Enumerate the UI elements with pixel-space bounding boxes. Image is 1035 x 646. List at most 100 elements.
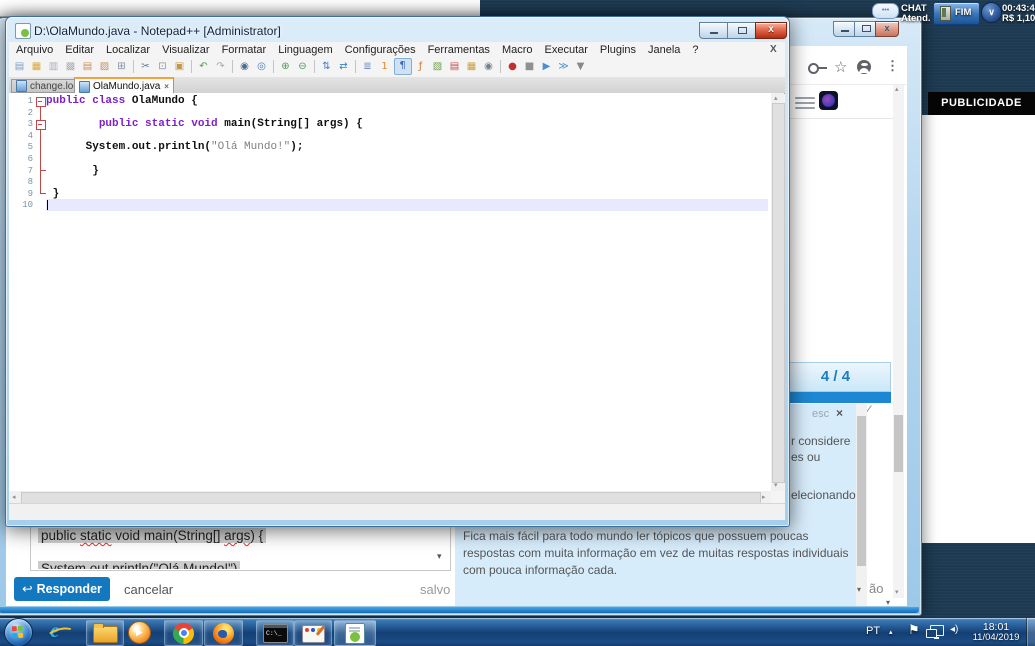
save-icon[interactable]: ▥: [46, 59, 62, 74]
word-wrap-icon[interactable]: ¶: [394, 58, 412, 75]
show-wrap-symbol-icon[interactable]: 1: [377, 59, 393, 74]
command-prompt-icon: C:\_: [263, 624, 288, 643]
chrome-icon: [173, 623, 194, 644]
taskbar-notepad-plus-plus[interactable]: [334, 620, 376, 646]
macro-run-multiple-icon[interactable]: ≫: [556, 59, 572, 74]
find-icon[interactable]: ◉: [237, 59, 253, 74]
taskbar-command-prompt[interactable]: C:\_: [256, 620, 294, 646]
close-icon[interactable]: ▤: [80, 59, 96, 74]
network-icon[interactable]: [930, 625, 944, 636]
zoom-in-icon[interactable]: ⊕: [278, 59, 294, 74]
notepad-minimize-button[interactable]: [699, 22, 729, 39]
tab-bar: change.log × OlaMundo.java ×: [9, 77, 785, 94]
code-line-1: public class OlaMundo {: [46, 95, 198, 107]
tray-expand-icon[interactable]: ▴: [889, 628, 893, 636]
line-number: 2: [9, 107, 33, 119]
toolbar-separator: [191, 60, 192, 73]
current-line-highlight: [46, 199, 768, 211]
scroll-left-arrow[interactable]: ◂: [12, 494, 16, 501]
menu-localizar[interactable]: Localizar: [100, 44, 156, 56]
indent-guide-icon[interactable]: ≣: [360, 59, 376, 74]
start-button[interactable]: [4, 618, 33, 646]
code-line-7: }: [46, 165, 99, 177]
save-all-icon[interactable]: ▩: [63, 59, 79, 74]
function-list-icon[interactable]: ƒ: [413, 59, 429, 74]
cut-icon[interactable]: ✂: [138, 59, 154, 74]
tab-olamundo-java[interactable]: OlaMundo.java ×: [74, 77, 174, 94]
menu-executar[interactable]: Executar: [539, 44, 594, 56]
line-number: 9: [9, 188, 33, 200]
tab-close-icon[interactable]: ×: [164, 82, 169, 91]
scrollbar-thumb[interactable]: [772, 103, 785, 483]
menu-macro[interactable]: Macro: [496, 44, 539, 56]
replace-icon[interactable]: ◎: [254, 59, 270, 74]
menu-configuraes[interactable]: Configurações: [339, 44, 422, 56]
paste-icon[interactable]: ▣: [172, 59, 188, 74]
show-desktop-button[interactable]: [1026, 618, 1035, 646]
scroll-right-arrow[interactable]: ▸: [762, 494, 766, 501]
speaker-icon[interactable]: ◂): [950, 624, 958, 635]
menu-ferramentas[interactable]: Ferramentas: [422, 44, 496, 56]
scroll-up-arrow[interactable]: ▴: [774, 95, 778, 102]
taskbar-windows-explorer[interactable]: [86, 620, 124, 646]
document-close-icon[interactable]: X: [770, 44, 777, 55]
sync-scroll-vertical-icon[interactable]: ⇅: [319, 59, 335, 74]
sync-scroll-horizontal-icon[interactable]: ⇄: [336, 59, 352, 74]
new-file-icon[interactable]: ▤: [12, 59, 28, 74]
document-list-icon[interactable]: ▤: [447, 59, 463, 74]
folder-as-workspace-icon[interactable]: ▦: [464, 59, 480, 74]
notepad-app-icon: [15, 23, 31, 39]
toolbar-separator: [500, 60, 501, 73]
close-all-icon[interactable]: ▨: [97, 59, 113, 74]
toolbar-separator: [273, 60, 274, 73]
document-icon: [16, 80, 27, 92]
menu-visualizar[interactable]: Visualizar: [156, 44, 216, 56]
scroll-down-arrow[interactable]: ▾: [774, 482, 778, 489]
fold-line: [40, 105, 41, 194]
tray-clock-date[interactable]: 11/04/2019: [966, 632, 1026, 643]
toolbar-separator: [355, 60, 356, 73]
fold-collapse-icon[interactable]: [36, 120, 46, 130]
redo-icon[interactable]: ↷: [213, 59, 229, 74]
taskbar: e ▶ C:\_ PT ▴ ⚑ ◂) 18:01 11/04/20: [0, 618, 1035, 646]
code-line-3: public static void main(String[] args) {: [46, 118, 363, 130]
macro-save-icon[interactable]: ▼: [573, 59, 589, 74]
file-monitoring-icon[interactable]: ◉: [481, 59, 497, 74]
macro-record-icon[interactable]: ●: [505, 59, 521, 74]
windows-media-player-icon[interactable]: ▶: [128, 621, 151, 644]
taskbar-firefox[interactable]: [204, 620, 243, 646]
menu-janela[interactable]: Janela: [642, 44, 686, 56]
line-number: 4: [9, 130, 33, 142]
line-number: 6: [9, 153, 33, 165]
macro-stop-icon[interactable]: ■: [522, 59, 538, 74]
code-editor[interactable]: 12345678910 public class OlaMundo { publ…: [9, 93, 784, 491]
taskbar-paint[interactable]: [294, 620, 332, 646]
copy-icon[interactable]: ⊡: [155, 59, 171, 74]
fold-collapse-icon[interactable]: [36, 97, 46, 107]
undo-icon[interactable]: ↶: [196, 59, 212, 74]
menu-editar[interactable]: Editar: [59, 44, 100, 56]
zoom-out-icon[interactable]: ⊖: [295, 59, 311, 74]
document-map-icon[interactable]: ▧: [430, 59, 446, 74]
menu-formatar[interactable]: Formatar: [216, 44, 273, 56]
editor-horizontal-scrollbar[interactable]: ◂ ▸: [9, 491, 771, 503]
editor-vertical-scrollbar[interactable]: ▴ ▾: [771, 93, 784, 491]
notepad-maximize-button[interactable]: [727, 22, 757, 39]
macro-play-icon[interactable]: ▶: [539, 59, 555, 74]
menu-linguagem[interactable]: Linguagem: [272, 44, 338, 56]
open-file-icon[interactable]: ▦: [29, 59, 45, 74]
taskbar-chrome[interactable]: [164, 620, 203, 646]
np-toolbar: ▤▦▥▩▤▨⊞✂⊡▣↶↷◉◎⊕⊖⇅⇄≣1¶ƒ▧▤▦◉●■▶≫▼: [11, 57, 781, 76]
toolbar-separator: [133, 60, 134, 73]
menu-plugins[interactable]: Plugins: [594, 44, 642, 56]
print-icon[interactable]: ⊞: [114, 59, 130, 74]
toolbar-separator: [232, 60, 233, 73]
menu-arquivo[interactable]: Arquivo: [10, 44, 59, 56]
notepad-close-button[interactable]: x: [755, 22, 787, 39]
menu-?[interactable]: ?: [686, 44, 704, 56]
line-number: 7: [9, 165, 33, 177]
language-indicator[interactable]: PT: [866, 625, 880, 637]
action-center-flag-icon[interactable]: ⚑: [908, 622, 920, 638]
code-line-9: }: [46, 188, 59, 200]
status-bar: [9, 503, 785, 520]
